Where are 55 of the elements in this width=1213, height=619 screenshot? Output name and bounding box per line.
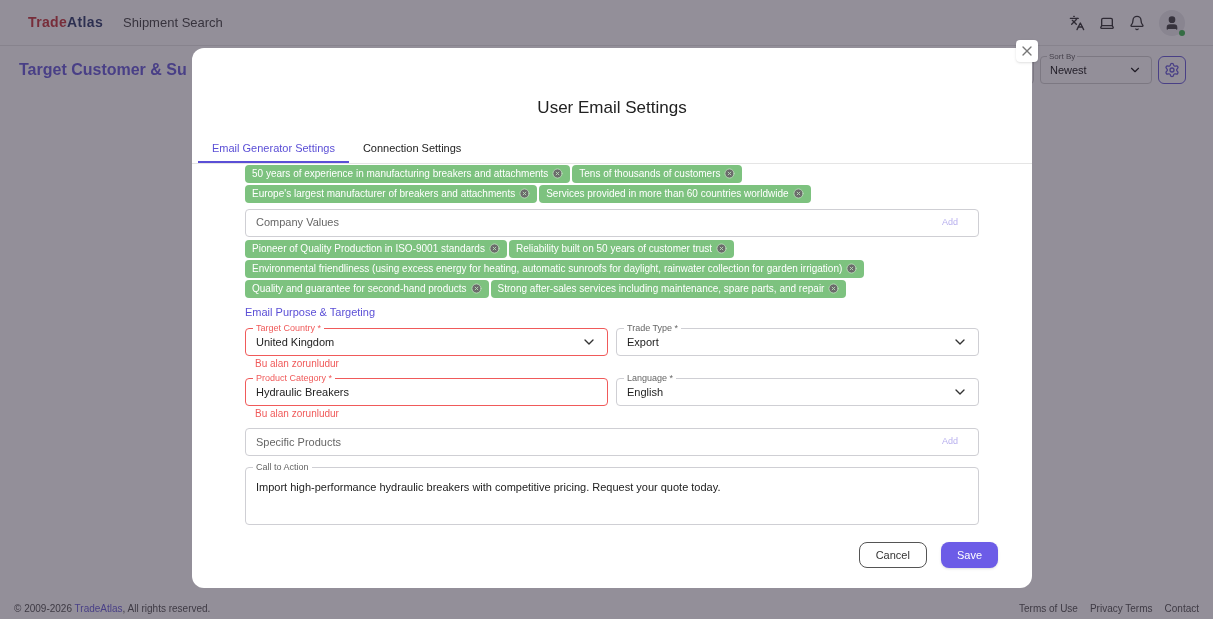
section-title: Email Purpose & Targeting	[245, 304, 377, 320]
remove-icon[interactable]	[792, 188, 804, 199]
remove-icon[interactable]	[470, 283, 482, 294]
tag-chip: Pioneer of Quality Production in ISO-9001 standards	[245, 239, 507, 258]
remove-icon[interactable]	[519, 188, 531, 199]
field-value: United Kingdom	[256, 334, 336, 350]
field-value: Newest	[1050, 62, 1088, 78]
remove-icon[interactable]	[552, 168, 564, 179]
field-label: Language *	[624, 372, 677, 384]
copyright-text: © 2009-2026 TradeAtlas, All rights reserved.	[14, 601, 211, 616]
tag-chip: Services provided in more than 60 countries worldwide	[539, 184, 811, 203]
field-label: Trade Type *	[624, 322, 682, 334]
settings-icon	[1164, 62, 1180, 78]
tab[interactable]: Connection Settings	[348, 136, 476, 163]
tag-chip: 50 years of experience in manufacturing breakers and attachments	[245, 164, 571, 183]
bell-icon[interactable]	[1129, 14, 1145, 31]
remove-icon[interactable]	[828, 283, 840, 294]
tag-chip: Environmental friendliness (using excess energy for heating, automatic sunroofs for daylight, rainwater collection for garden irrigation)	[245, 259, 865, 278]
nav-link[interactable]: Shipment Search	[123, 12, 223, 33]
field-value: Export	[627, 334, 660, 350]
footer-link[interactable]: Terms of Use	[1019, 600, 1078, 616]
footer-link[interactable]: Contact	[1164, 600, 1199, 616]
error-message: Bu alan zorunludur	[254, 407, 340, 420]
settings-button[interactable]	[1158, 56, 1186, 84]
remove-icon[interactable]	[488, 243, 500, 254]
input-field[interactable]: Specific Products Add	[245, 428, 979, 456]
tag-chip: Reliability built on 50 years of customer trust	[508, 239, 735, 258]
field-label: Product Category *	[253, 372, 336, 384]
avatar[interactable]	[1159, 9, 1185, 36]
page-title: Target Customer & Su	[19, 60, 187, 80]
remove-icon[interactable]	[724, 168, 736, 179]
remove-icon[interactable]	[716, 243, 728, 254]
field-placeholder: Company Values	[256, 215, 340, 231]
input-field[interactable]: Company Values Add	[245, 208, 979, 237]
tab[interactable]: Email Generator Settings	[198, 136, 349, 163]
tag-chip: Tens of thousands of customers	[572, 164, 743, 183]
modal-title: User Email Settings	[536, 97, 688, 119]
remove-icon[interactable]	[846, 263, 858, 274]
tag-chip: Strong after-sales services including maintenance, spare parts, and repair	[490, 279, 847, 298]
translate-icon[interactable]	[1069, 14, 1085, 31]
cancel-button[interactable]: Cancel	[858, 542, 927, 568]
tag-chip: Europe's largest manufacturer of breakers and attachments	[245, 184, 538, 203]
field-value: Hydraulic Breakers	[256, 384, 350, 400]
field-label: Target Country *	[253, 322, 325, 334]
close-button[interactable]	[1016, 40, 1038, 62]
save-button[interactable]: Save	[940, 542, 998, 568]
field-value: Import high-performance hydraulic breakers with competitive pricing. Request your quote today.	[256, 481, 721, 493]
error-message: Bu alan zorunludur	[254, 357, 340, 370]
logo[interactable]: TradeAtlas	[28, 12, 104, 33]
tag-chip: Quality and guarantee for second-hand products	[245, 279, 489, 298]
field-value: English	[627, 384, 665, 400]
field-placeholder: Specific Products	[256, 434, 342, 450]
footer-link[interactable]: Privacy Terms	[1089, 600, 1153, 616]
field-label: Sort By	[1047, 51, 1078, 63]
field-label: Call to Action	[253, 461, 312, 473]
